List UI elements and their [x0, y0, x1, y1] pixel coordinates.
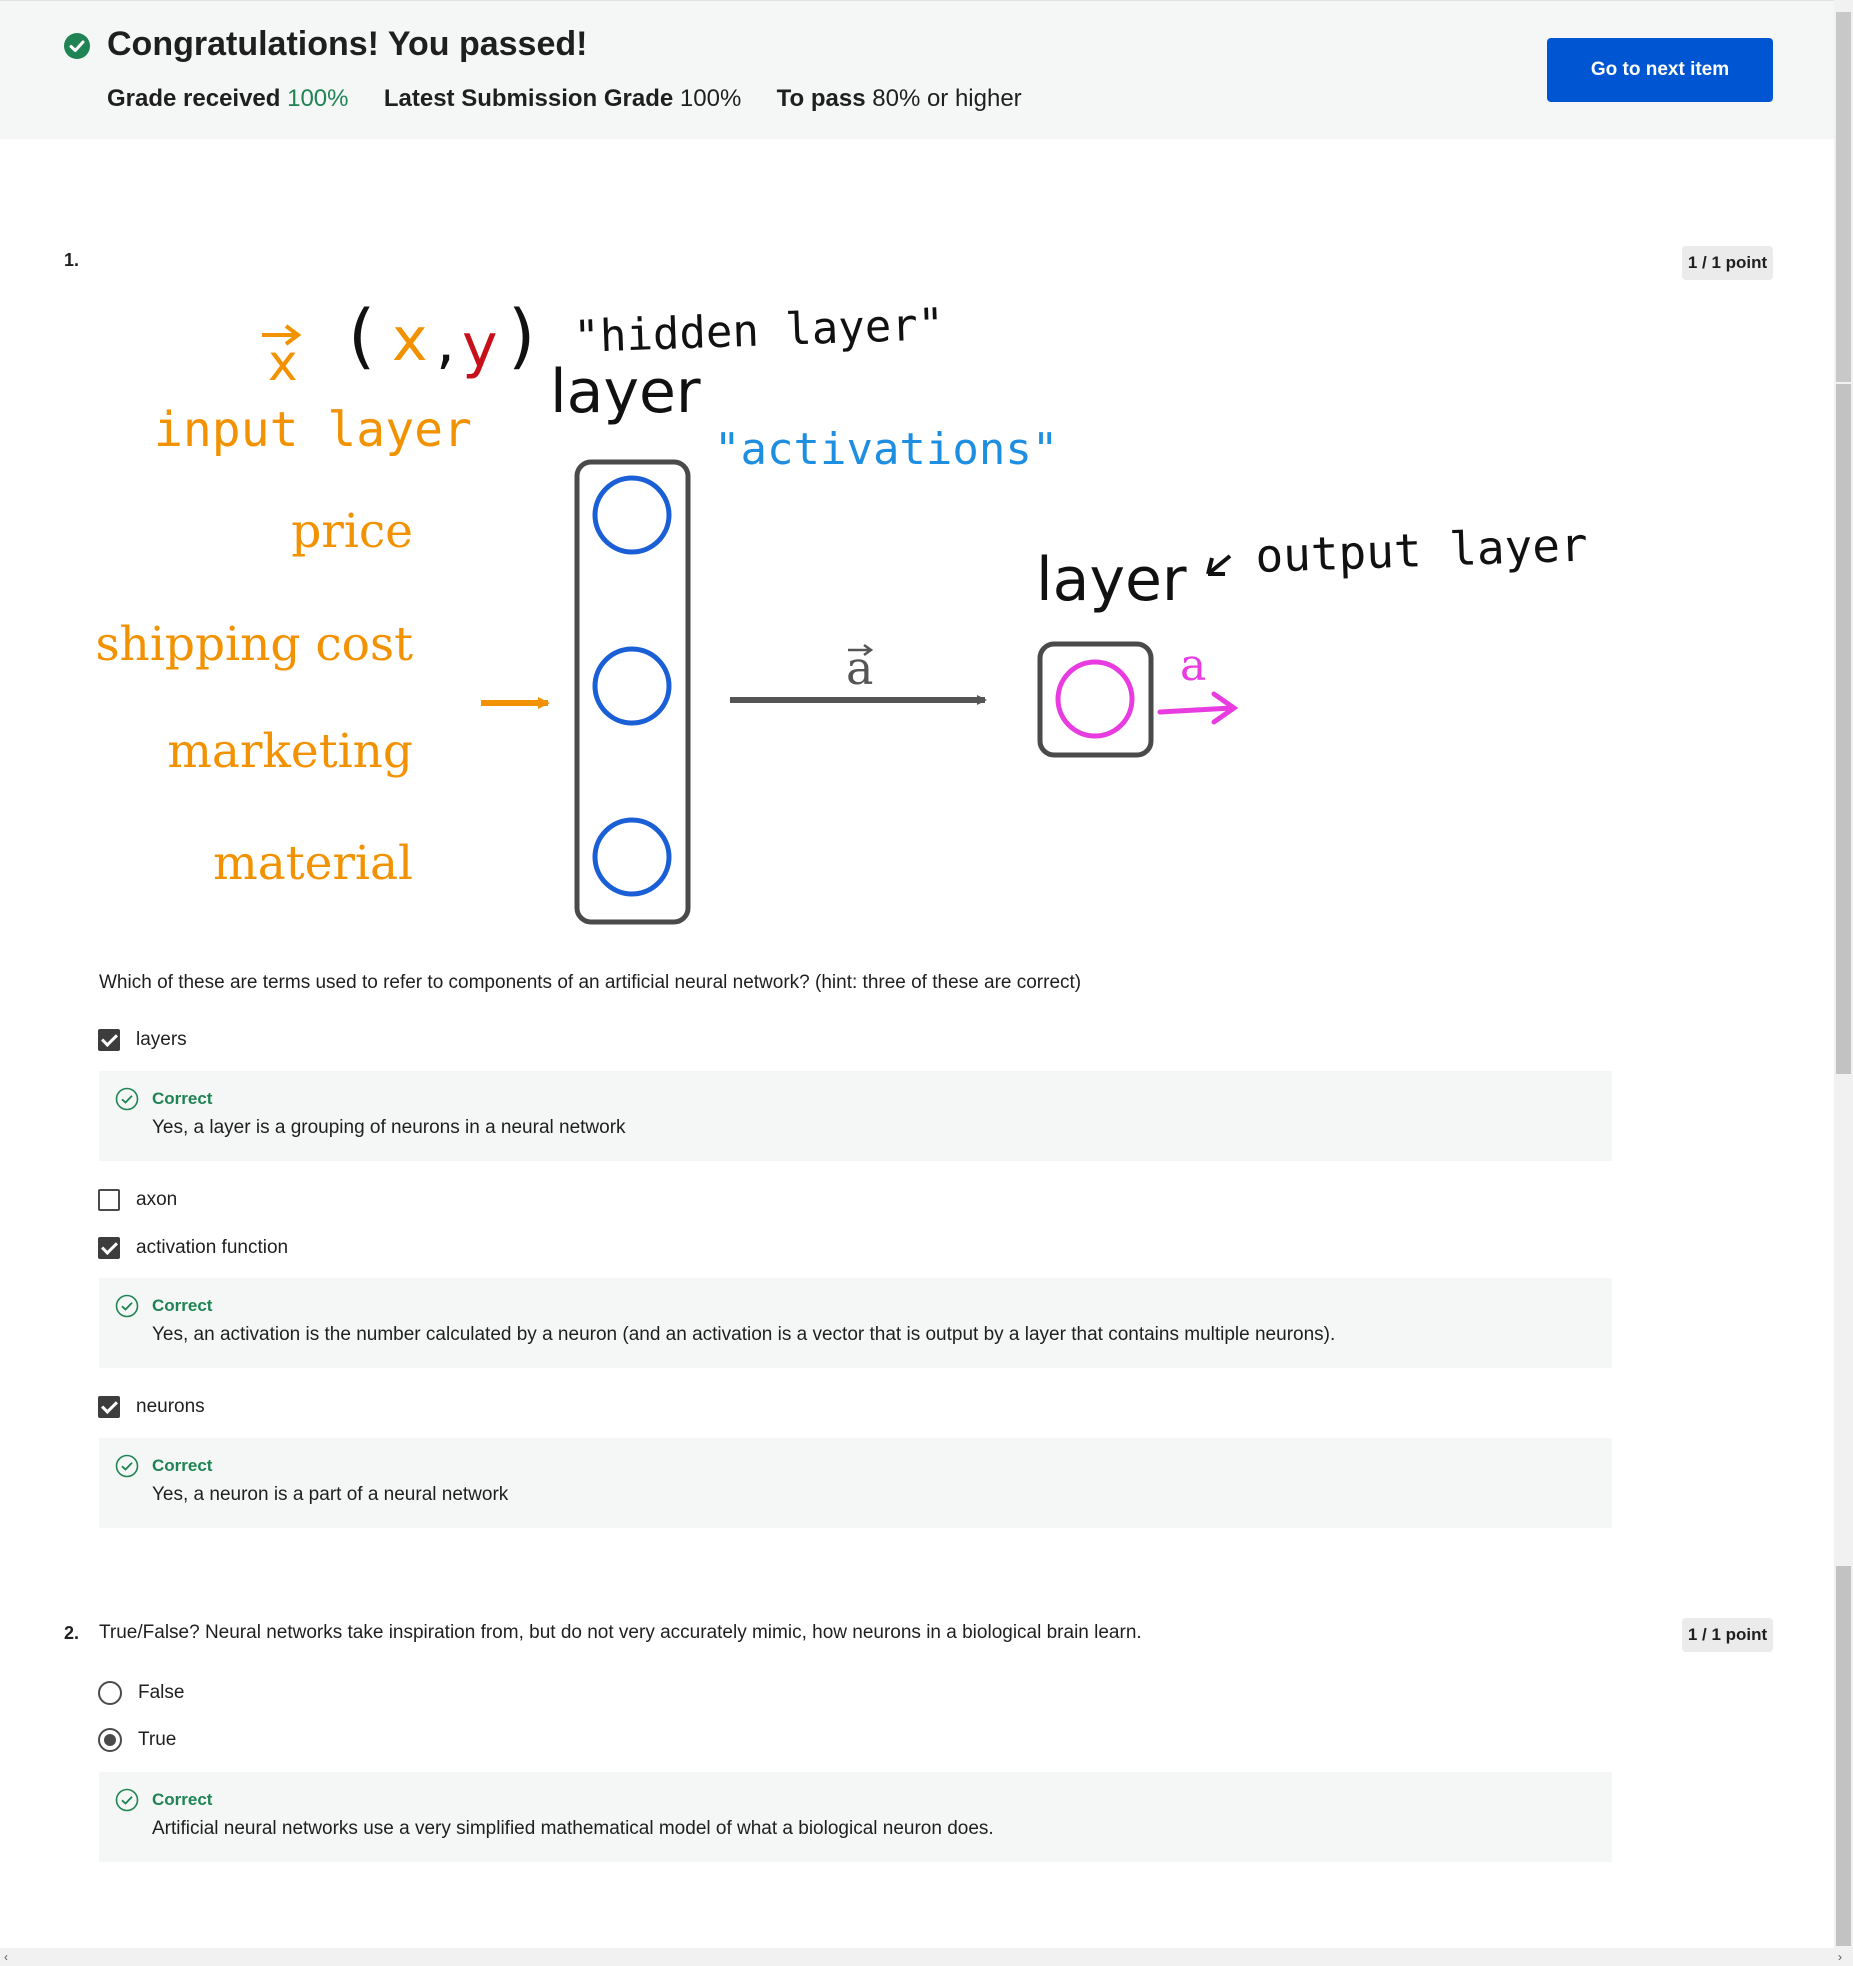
- vertical-scrollbar-thumb[interactable]: [1836, 1566, 1851, 1946]
- activations-label: "activations": [714, 424, 1058, 475]
- hidden-neuron-2: [592, 646, 672, 726]
- horizontal-scrollbar[interactable]: ‹ ›: [0, 1948, 1853, 1966]
- check-circle-outline-icon: [115, 1087, 139, 1111]
- option-neurons[interactable]: neurons: [98, 1394, 205, 1420]
- feedback-neurons: Correct Yes, a neuron is a part of a neu…: [99, 1438, 1612, 1528]
- to-pass-label: To pass: [776, 85, 866, 112]
- output-pointer-arrow-icon: [1206, 554, 1232, 576]
- output-layer-label: output layer: [1254, 517, 1588, 583]
- feature-marketing: marketing: [167, 724, 413, 779]
- option-label: axon: [136, 1189, 178, 1210]
- feedback-text: Yes, an activation is the number calcula…: [152, 1324, 1336, 1345]
- option-label: layers: [136, 1029, 187, 1050]
- scroll-right-icon[interactable]: ›: [1838, 1950, 1842, 1964]
- xy-comma: ,: [436, 307, 455, 377]
- input-layer-label: input layer: [154, 402, 472, 458]
- feedback-heading: Correct: [152, 1296, 213, 1315]
- feedback-heading: Correct: [152, 1456, 213, 1475]
- feedback-activation-function: Correct Yes, an activation is the number…: [99, 1278, 1612, 1368]
- question-2-number: 2.: [64, 1623, 80, 1643]
- feedback-true: Correct Artificial neural networks use a…: [99, 1772, 1612, 1862]
- radio-unselected[interactable]: [98, 1681, 122, 1705]
- banner-title: Congratulations! You passed!: [107, 25, 588, 63]
- checkbox-checked[interactable]: [98, 1029, 120, 1051]
- option-label: True: [138, 1729, 177, 1750]
- feedback-text: Yes, a neuron is a part of a neural netw…: [152, 1484, 509, 1505]
- option-false[interactable]: False: [98, 1680, 184, 1706]
- x-vector-label: x: [268, 334, 298, 392]
- option-axon[interactable]: axon: [98, 1187, 177, 1213]
- hidden-neuron-1: [592, 475, 672, 555]
- option-label: activation function: [136, 1237, 289, 1258]
- latest-grade-value: 100%: [679, 85, 742, 112]
- check-circle-icon: [64, 33, 90, 59]
- option-label: neurons: [136, 1396, 205, 1417]
- feedback-layers: Correct Yes, a layer is a grouping of ne…: [99, 1071, 1612, 1161]
- hidden-neuron-3: [592, 817, 672, 897]
- question-2-prompt: True/False? Neural networks take inspira…: [99, 1622, 1142, 1643]
- grade-received-value: 100%: [287, 85, 349, 112]
- checkbox-checked[interactable]: [98, 1396, 120, 1418]
- xy-y-label: y: [462, 311, 498, 381]
- grade-received-label: Grade received: [107, 85, 281, 112]
- check-circle-outline-icon: [115, 1294, 139, 1318]
- layer-label-hidden: layer: [550, 357, 701, 427]
- feature-material: material: [213, 836, 413, 891]
- question-2-points: 1 / 1 point: [1682, 1618, 1773, 1652]
- vertical-scrollbar-thumb[interactable]: [1836, 12, 1851, 382]
- checkbox-unchecked[interactable]: [98, 1189, 120, 1211]
- go-to-next-item-button[interactable]: Go to next item: [1547, 38, 1773, 102]
- neural-network-figure: x ( x , y ) "hidden layer" layer input l…: [95, 295, 1589, 925]
- hidden-layer-label: "hidden layer": [573, 299, 945, 363]
- check-circle-outline-icon: [115, 1788, 139, 1812]
- feedback-heading: Correct: [152, 1089, 213, 1108]
- result-banner: Congratulations! You passed! Grade recei…: [0, 0, 1834, 139]
- scroll-left-icon[interactable]: ‹: [4, 1950, 8, 1964]
- option-layers[interactable]: layers: [98, 1027, 187, 1053]
- grade-summary: Grade received 100% Latest Submission Gr…: [107, 85, 1022, 113]
- vertical-scrollbar-thumb[interactable]: [1836, 384, 1851, 1074]
- radio-selected[interactable]: [98, 1728, 122, 1752]
- output-arrow: [1157, 691, 1239, 725]
- xy-open-paren: (: [348, 295, 375, 377]
- output-neuron: [1055, 659, 1135, 739]
- feature-price: price: [291, 504, 413, 559]
- checkbox-checked[interactable]: [98, 1237, 120, 1259]
- latest-grade-label: Latest Submission Grade: [383, 85, 674, 112]
- xy-close-paren: ): [508, 295, 535, 377]
- output-a-label: a: [1180, 640, 1206, 691]
- check-circle-outline-icon: [115, 1454, 139, 1478]
- option-label: False: [138, 1682, 185, 1703]
- xy-x-label: x: [392, 305, 428, 375]
- to-pass-value: 80% or higher: [872, 85, 1022, 112]
- layer-label-output: layer: [1036, 545, 1187, 615]
- option-activation-function[interactable]: activation function: [98, 1235, 288, 1261]
- feedback-text: Artificial neural networks use a very si…: [152, 1818, 994, 1839]
- feature-shipping-cost: shipping cost: [95, 617, 413, 672]
- feedback-text: Yes, a layer is a grouping of neurons in…: [152, 1117, 626, 1138]
- option-true[interactable]: True: [98, 1727, 176, 1753]
- question-1-prompt: Which of these are terms used to refer t…: [99, 972, 1082, 993]
- feedback-heading: Correct: [152, 1790, 213, 1809]
